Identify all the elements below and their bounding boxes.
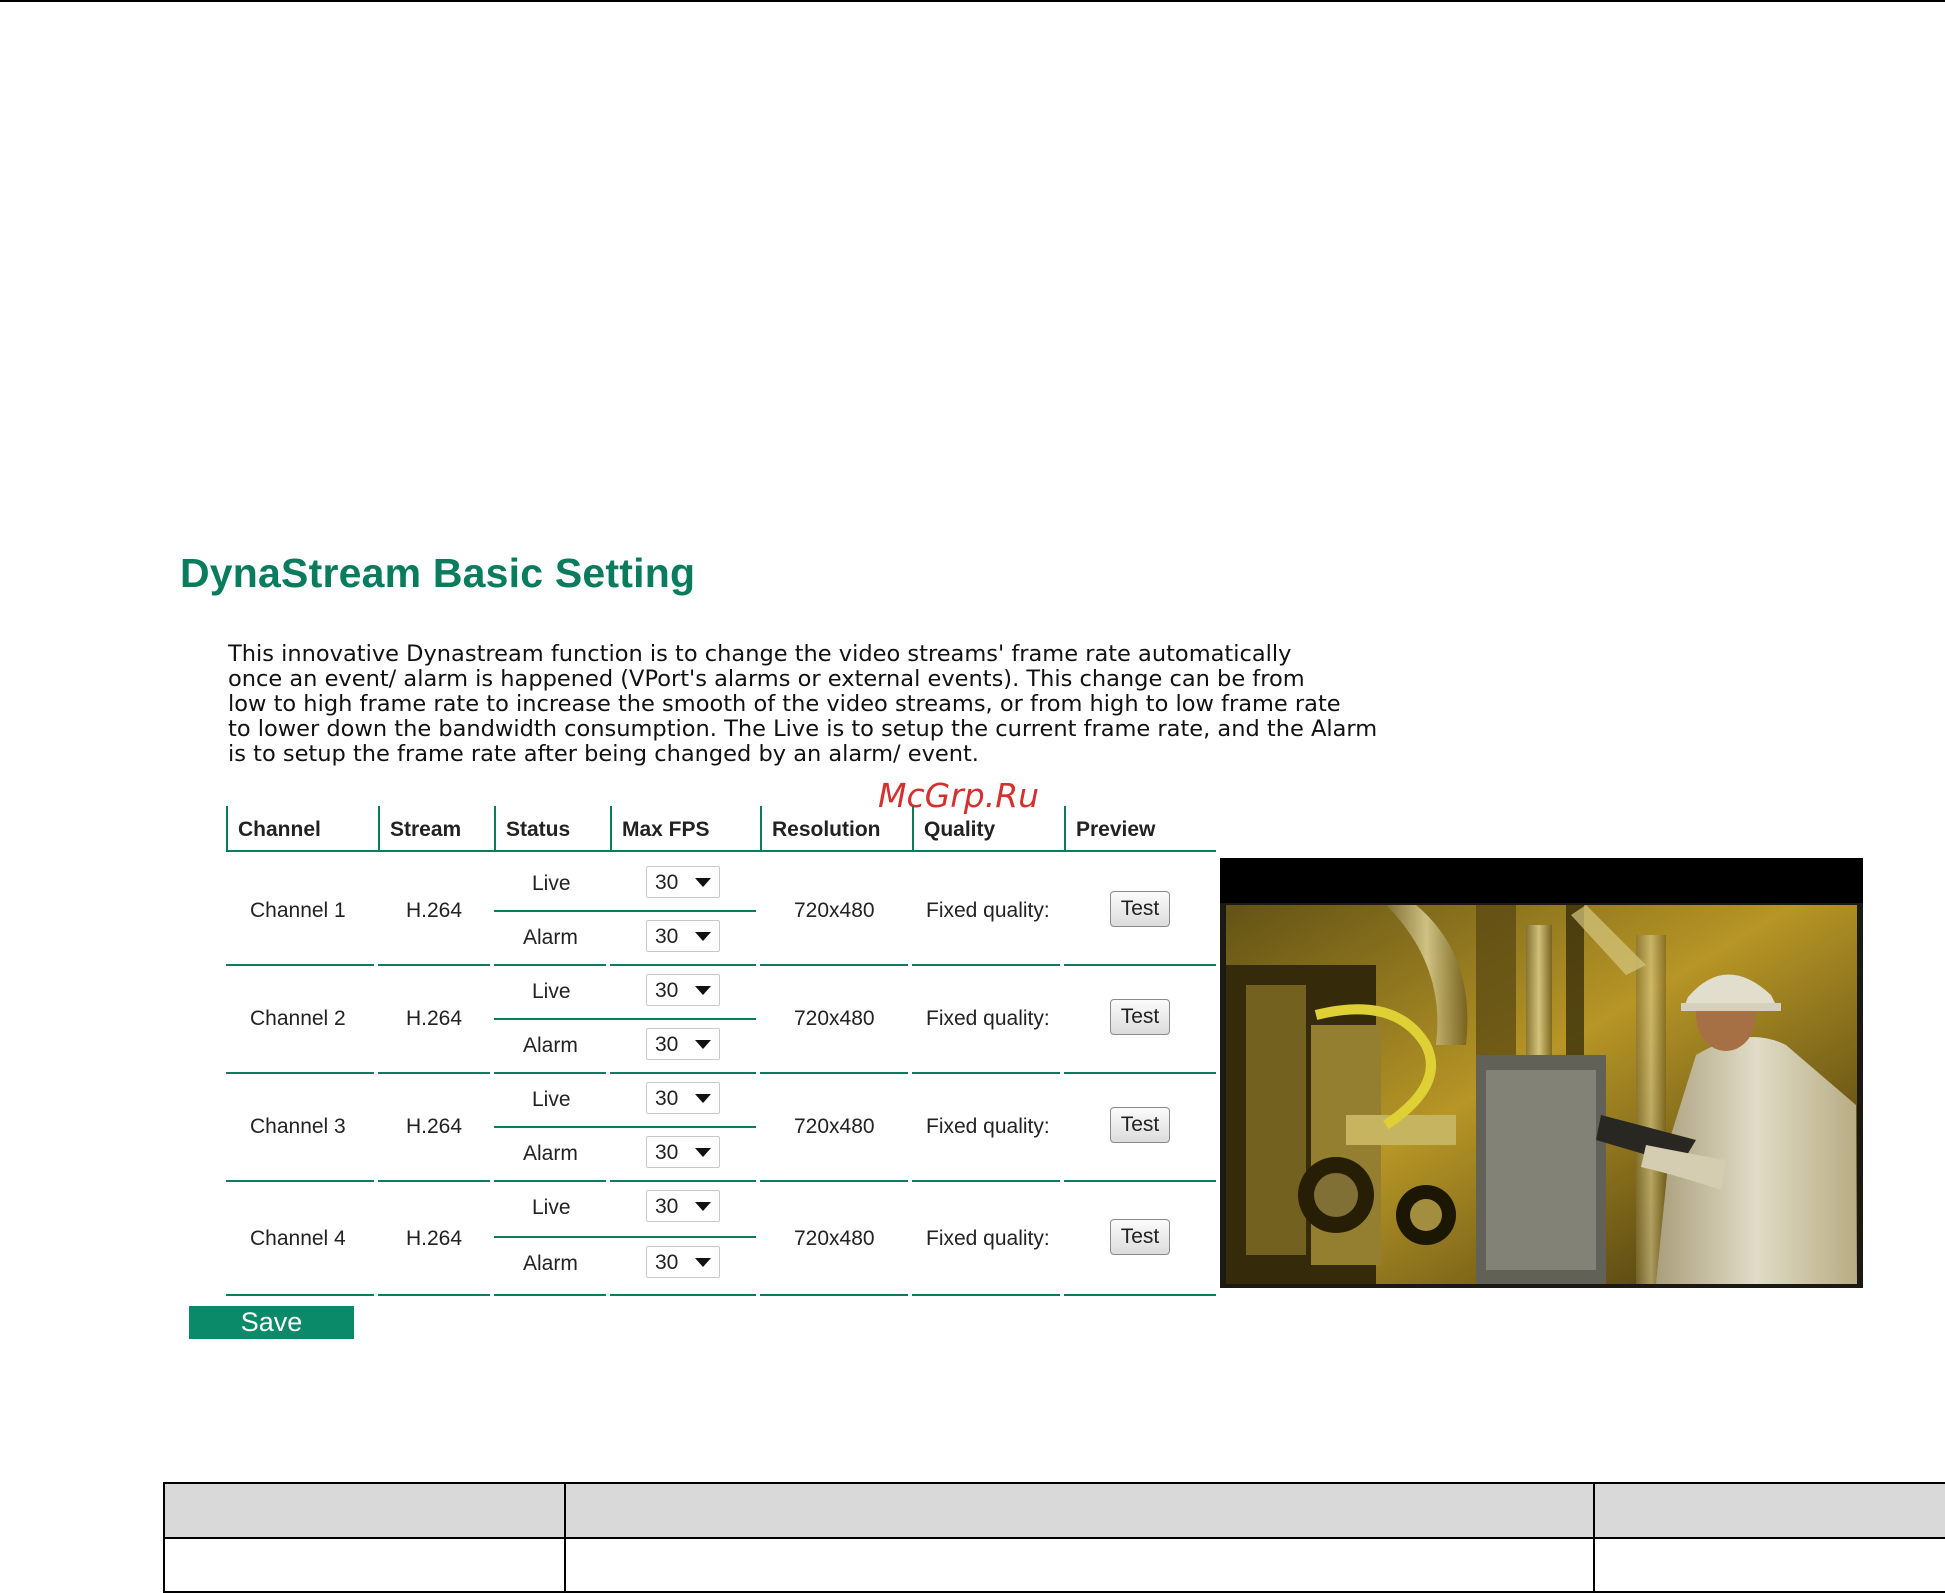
alarm-fps-select[interactable]: 30 [646, 1246, 720, 1278]
page-title: DynaStream Basic Setting [180, 550, 696, 596]
quality: Fixed quality: [926, 899, 1050, 922]
description-line: is to setup the frame rate after being c… [228, 741, 979, 767]
description-line: once an event/ alarm is happened (VPort'… [228, 666, 1305, 692]
quality: Fixed quality: [926, 1115, 1050, 1138]
bottom-table-header [163, 1482, 1945, 1537]
stream-type: H.264 [406, 1007, 463, 1030]
alarm-fps-select[interactable]: 30 [646, 1028, 720, 1060]
stream-type: H.264 [406, 1227, 463, 1250]
chevron-down-icon [695, 878, 711, 887]
live-fps-select[interactable]: 30 [646, 1082, 720, 1114]
chevron-down-icon [695, 932, 711, 941]
resolution: 720x480 [794, 1227, 875, 1250]
header-max-fps: Max FPS [610, 806, 760, 852]
status-live: Live [532, 1196, 571, 1219]
chevron-down-icon [695, 1258, 711, 1267]
header-stream: Stream [378, 806, 494, 852]
chevron-down-icon [695, 1040, 711, 1049]
status-alarm: Alarm [523, 1252, 578, 1275]
live-fps-select[interactable]: 30 [646, 974, 720, 1006]
test-button[interactable]: Test [1110, 1219, 1170, 1255]
bottom-table [163, 1482, 1945, 1593]
status-live: Live [532, 872, 571, 895]
status-live: Live [532, 980, 571, 1003]
description-line: to lower down the bandwidth consumption.… [228, 716, 1378, 742]
alarm-fps-select[interactable]: 30 [646, 1136, 720, 1168]
status-alarm: Alarm [523, 1034, 578, 1057]
test-button[interactable]: Test [1110, 999, 1170, 1035]
top-rule [0, 0, 1945, 2]
channel-name: Channel 1 [250, 899, 346, 922]
channel-name: Channel 2 [250, 1007, 346, 1030]
status-alarm: Alarm [523, 926, 578, 949]
description: This innovative Dynastream function is t… [228, 642, 1428, 767]
table-row: Channel 4 H.264 Live Alarm 30 30 720x480… [226, 1182, 1216, 1296]
preview-image [1226, 905, 1857, 1284]
stream-type: H.264 [406, 899, 463, 922]
quality: Fixed quality: [926, 1227, 1050, 1250]
table-row: Channel 2 H.264 Live Alarm 30 30 720x480… [226, 966, 1216, 1074]
chevron-down-icon [695, 986, 711, 995]
header-resolution: Resolution [760, 806, 912, 852]
chevron-down-icon [695, 1202, 711, 1211]
live-fps-select[interactable]: 30 [646, 866, 720, 898]
preview-header-bar [1220, 858, 1863, 903]
test-button[interactable]: Test [1110, 1107, 1170, 1143]
chevron-down-icon [695, 1094, 711, 1103]
description-line: low to high frame rate to increase the s… [228, 691, 1341, 717]
test-button[interactable]: Test [1110, 891, 1170, 927]
table-row: Channel 1 H.264 Live Alarm 30 30 720x480… [226, 858, 1216, 966]
status-live: Live [532, 1088, 571, 1111]
video-preview [1220, 858, 1863, 1288]
stream-type: H.264 [406, 1115, 463, 1138]
description-line: This innovative Dynastream function is t… [228, 641, 1292, 667]
channel-name: Channel 4 [250, 1227, 346, 1250]
resolution: 720x480 [794, 1115, 875, 1138]
chevron-down-icon [695, 1148, 711, 1157]
header-status: Status [494, 806, 610, 852]
header-preview: Preview [1064, 806, 1216, 852]
status-alarm: Alarm [523, 1142, 578, 1165]
quality: Fixed quality: [926, 1007, 1050, 1030]
save-button[interactable]: Save [189, 1306, 354, 1339]
header-quality: Quality [912, 806, 1064, 852]
table-row: Channel 3 H.264 Live Alarm 30 30 720x480… [226, 1074, 1216, 1182]
header-channel: Channel [226, 806, 378, 852]
live-fps-select[interactable]: 30 [646, 1190, 720, 1222]
resolution: 720x480 [794, 899, 875, 922]
alarm-fps-select[interactable]: 30 [646, 920, 720, 952]
channel-name: Channel 3 [250, 1115, 346, 1138]
dynastream-table: Channel Stream Status Max FPS Resolution… [226, 806, 1216, 1296]
resolution: 720x480 [794, 1007, 875, 1030]
